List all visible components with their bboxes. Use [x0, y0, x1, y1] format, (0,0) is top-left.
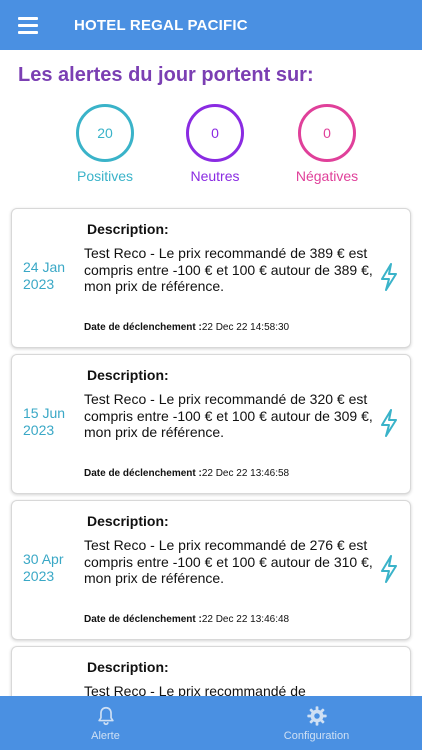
alert-description: Test Reco - Le prix recommandé de 389 € …: [84, 245, 373, 294]
lightning-icon[interactable]: [379, 409, 399, 437]
description-title: Description:: [87, 221, 169, 237]
alert-date-year: 2023: [23, 276, 55, 292]
stat-neutres[interactable]: 0 Neutres: [160, 104, 270, 184]
alert-date: 30 Apr 2023: [23, 551, 83, 585]
alert-date-day: 24 Jan: [23, 259, 66, 275]
alerts-headline: Les alertes du jour portent sur:: [18, 64, 314, 86]
alert-card[interactable]: Description: 24 Jan 2023 Test Reco - Le …: [11, 208, 411, 348]
positives-count: 20: [76, 104, 134, 162]
menu-icon[interactable]: [0, 0, 56, 50]
gear-icon: [306, 705, 327, 726]
app-title: HOTEL REGAL PACIFIC: [74, 16, 248, 34]
trigger-value: 22 Dec 22 14:58:30: [201, 322, 290, 333]
alert-card[interactable]: Description: 30 Apr 2023 Test Reco - Le …: [11, 500, 411, 640]
trigger-date: Date de déclenchement :22 Dec 22 13:46:4…: [84, 614, 289, 625]
lightning-icon[interactable]: [379, 555, 399, 583]
trigger-date: Date de déclenchement :22 Dec 22 13:46:5…: [84, 468, 289, 479]
trigger-date: Date de déclenchement :22 Dec 22 14:58:3…: [84, 322, 289, 333]
alert-card[interactable]: Description: Test Reco - Le prix recomma…: [11, 646, 411, 696]
alert-stats: 20 Positives 0 Neutres 0 Négatives: [0, 104, 422, 190]
trigger-label: Date de déclenchement :: [84, 468, 202, 479]
nav-configuration[interactable]: Configuration: [211, 696, 422, 750]
stat-negatives[interactable]: 0 Négatives: [272, 104, 382, 184]
bell-icon: [97, 706, 114, 725]
positives-label: Positives: [76, 168, 134, 184]
description-title: Description:: [87, 367, 169, 383]
description-title: Description:: [87, 659, 169, 675]
alert-date-year: 2023: [23, 568, 55, 584]
alert-description: Test Reco - Le prix recommandé de 276 € …: [84, 537, 373, 586]
bottom-nav: Alerte Configuration: [0, 696, 422, 750]
alert-date-day: 15 Jun: [23, 405, 66, 421]
trigger-value: 22 Dec 22 13:46:48: [201, 614, 290, 625]
alert-description: Test Reco - Le prix recommandé de: [84, 683, 306, 696]
neutres-label: Neutres: [190, 168, 240, 184]
alert-list[interactable]: Description: 24 Jan 2023 Test Reco - Le …: [0, 206, 422, 696]
alert-date-day: 30 Apr: [23, 551, 64, 567]
stat-positives[interactable]: 20 Positives: [50, 104, 160, 184]
lightning-icon[interactable]: [379, 263, 399, 291]
neutres-count: 0: [186, 104, 244, 162]
description-title: Description:: [87, 513, 169, 529]
negatives-count: 0: [298, 104, 356, 162]
nav-alerte[interactable]: Alerte: [0, 696, 211, 750]
nav-alerte-label: Alerte: [91, 729, 120, 742]
alert-card[interactable]: Description: 15 Jun 2023 Test Reco - Le …: [11, 354, 411, 494]
alert-date: 15 Jun 2023: [23, 405, 83, 439]
trigger-label: Date de déclenchement :: [84, 614, 202, 625]
trigger-value: 22 Dec 22 13:46:58: [201, 468, 290, 479]
alert-date-year: 2023: [23, 422, 55, 438]
nav-configuration-label: Configuration: [283, 729, 350, 742]
alert-date: 24 Jan 2023: [23, 259, 83, 293]
trigger-label: Date de déclenchement :: [84, 322, 202, 333]
app-bar: HOTEL REGAL PACIFIC: [0, 0, 422, 50]
negatives-label: Négatives: [295, 168, 359, 184]
alert-description: Test Reco - Le prix recommandé de 320 € …: [84, 391, 373, 440]
